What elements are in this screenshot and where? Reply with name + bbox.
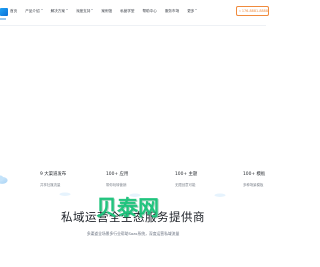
feature-card-templates[interactable]: 100+ 模板 多种场景模板 [243, 171, 273, 201]
chevron-down-icon [40, 9, 43, 10]
brand-logo[interactable] [0, 8, 8, 20]
section-description: 多渠道全场景多行业帮助Saas系统，深度运营私域流量 [86, 231, 180, 236]
apps-icon [129, 193, 141, 197]
themes-icon [214, 193, 226, 197]
chevron-down-icon [195, 9, 198, 10]
card-title: 100+ 应用 [106, 172, 129, 177]
card-description: 带你玩转营销 [106, 183, 127, 187]
nav-item[interactable]: 私营学堂 [120, 9, 134, 14]
nav-item[interactable]: 深度支持 [76, 9, 90, 14]
chevron-down-icon [91, 9, 94, 10]
card-description: 无限创意可能 [175, 183, 196, 187]
nav-item[interactable]: 首页 [10, 9, 17, 14]
section-title: 私域运营全生态服务提供商 [61, 210, 205, 224]
card-title: 100+ 主题 [175, 172, 198, 177]
nav-item[interactable]: 更多 [187, 9, 194, 14]
nav-item[interactable]: 帮助中心 [142, 9, 156, 14]
channels-icon [59, 192, 71, 196]
hero-banner: 9 大渠道发布 共享社媒流量 100+ 应用 带你玩转营销 100+ 主题 无限… [0, 26, 266, 197]
chevron-down-icon [65, 9, 68, 10]
logo-mark-icon [0, 8, 8, 16]
main-nav: 首页 产品介绍 解决方案 深度支持 案例馆 私营学堂 帮助中心 服务市场 更多 [10, 9, 198, 14]
nav-item[interactable]: 服务市场 [165, 9, 179, 14]
card-title: 9 大渠道发布 [40, 172, 67, 177]
card-title: 100+ 模板 [243, 172, 266, 177]
phone-icon [239, 10, 241, 12]
logo-wordmark [0, 18, 6, 20]
nav-item[interactable]: 产品介绍 [25, 9, 39, 14]
phone-number: 176-8881-8888 [241, 9, 268, 13]
nav-item[interactable]: 解决方案 [51, 9, 65, 14]
top-header: 首页 产品介绍 解决方案 深度支持 案例馆 私营学堂 帮助中心 服务市场 更多 176-8881… [0, 0, 269, 26]
cloud-icon [0, 175, 8, 184]
phone-contact-button[interactable]: 176-8881-8888 [236, 6, 269, 16]
nav-item[interactable]: 案例馆 [101, 9, 112, 14]
card-description: 多种场景模板 [243, 183, 264, 187]
